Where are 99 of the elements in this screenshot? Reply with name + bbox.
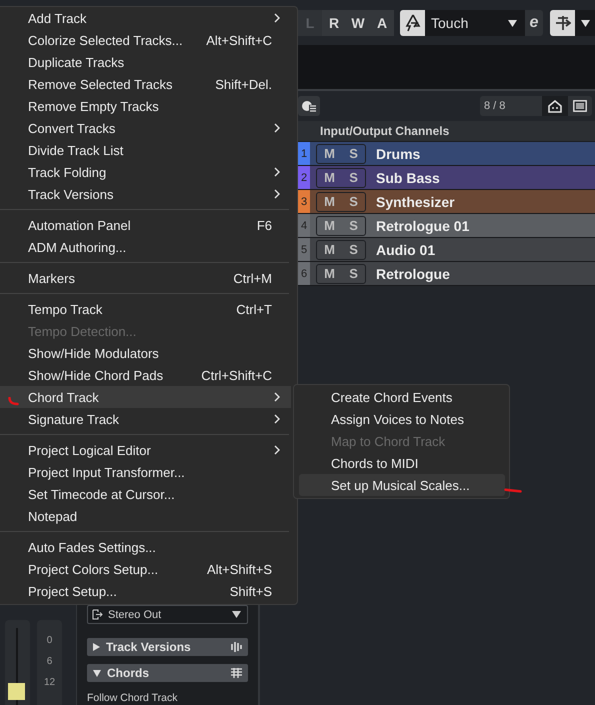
menu-item[interactable]: Create Chord Events [299,386,505,408]
view-button[interactable] [542,96,567,116]
channel-row[interactable]: 1 M S Drums [298,142,595,166]
chevron-right-icon [274,445,280,455]
menu-item[interactable]: ADM Authoring... [0,236,291,258]
tool-button[interactable] [550,10,575,36]
chevron-right-icon [274,189,280,199]
channel-list-header: Input/Output Channels [298,121,595,142]
menu-item[interactable]: Project Colors Setup... Alt+Shift+S [0,558,291,580]
menu-item[interactable]: Colorize Selected Tracks... Alt+Shift+C [0,29,291,51]
channel-number: 4 [298,214,310,237]
chevron-right-icon [274,414,280,424]
mute-button[interactable]: M [322,266,337,281]
menu-item[interactable]: Markers Ctrl+M [0,267,291,289]
section-header[interactable]: Chords [87,664,248,682]
channel-filter-button[interactable] [298,96,320,116]
automation-icon [404,14,420,32]
fader[interactable] [5,620,30,705]
menu-item[interactable]: Project Logical Editor [0,439,291,461]
chord-grid-icon [231,668,242,678]
list-icon [573,100,587,112]
channel-name: Sub Bass [376,170,440,186]
mute-button[interactable]: M [322,170,337,185]
solo-button[interactable]: S [347,170,360,185]
menu-item[interactable]: Chord Track [0,386,291,408]
tool-dropdown[interactable] [575,10,595,36]
chevron-right-icon [274,123,280,133]
caret-icon [232,611,241,618]
caret-icon [580,20,590,26]
collapsed-icon [93,643,100,651]
menu-item[interactable]: Divide Track List [0,139,291,161]
menu-item[interactable]: Track Folding [0,161,291,183]
automation-button[interactable]: W [346,10,370,36]
channel-number: 3 [298,190,310,213]
solo-button[interactable]: S [347,146,360,161]
channel-name: Audio 01 [376,242,436,258]
annotation-mark [504,488,522,494]
menu-item[interactable]: Notepad [0,505,291,527]
channel-row[interactable]: 2 M S Sub Bass [298,166,595,190]
menu-item[interactable]: Project Input Transformer... [0,461,291,483]
mute-button[interactable]: M [322,146,337,161]
channel-row[interactable]: 6 M S Retrologue [298,262,595,286]
pin-icon [554,15,570,31]
channel-counter: 8 / 8 [480,96,542,116]
channel-number: 2 [298,166,310,189]
menu-item[interactable]: Automation Panel F6 [0,214,291,236]
scale-label: 6 [46,656,52,668]
automation-button[interactable]: A [370,10,394,36]
menu-item[interactable]: Convert Tracks [0,117,291,139]
channel-row[interactable]: 5 M S Audio 01 [298,238,595,262]
menu-item[interactable]: Remove Selected Tracks Shift+Del. [0,73,291,95]
scale-label: 12 [44,677,56,689]
menu-item[interactable]: Assign Voices to Notes [299,408,505,430]
menu-item[interactable]: Signature Track [0,408,291,430]
chevron-right-icon [274,13,280,23]
channel-name: Retrologue 01 [376,218,470,234]
menu-item[interactable]: Auto Fades Settings... [0,536,291,558]
automation-mode-button[interactable] [400,10,425,36]
menu-item[interactable]: Remove Empty Tracks [0,95,291,117]
cloud-list-icon [301,100,317,112]
edit-button[interactable]: e [525,10,543,36]
chevron-right-icon [274,392,280,402]
mute-button[interactable]: M [322,242,337,257]
menu-item[interactable]: Add Track [0,7,291,29]
solo-button[interactable]: S [347,266,360,281]
chevron-right-icon [274,167,280,177]
mute-button[interactable]: M [322,194,337,209]
menu-item[interactable]: Tempo Track Ctrl+T [0,298,291,320]
channel-name: Retrologue [376,266,450,282]
versions-icon [231,642,242,652]
automation-button[interactable]: R [322,10,346,36]
scale-label: 0 [46,635,52,647]
channel-row[interactable]: 3 M S Synthesizer [298,190,595,214]
caret-icon [508,20,517,26]
automation-mode-dropdown[interactable]: Touch [425,10,525,36]
menu-item[interactable]: Project Setup... Shift+S [0,580,291,602]
channel-number: 1 [298,142,310,165]
solo-button[interactable]: S [347,242,360,257]
follow-chord-option[interactable]: Follow Chord Track [87,692,248,704]
menu-item[interactable]: Chords to MIDI [299,452,505,474]
section-header[interactable]: Track Versions [87,638,248,656]
expanded-icon [93,670,101,676]
solo-button[interactable]: S [347,194,360,209]
channel-number: 6 [298,262,310,285]
annotation-mark [8,397,19,406]
channel-name: Synthesizer [376,194,455,210]
menu-item[interactable]: Set up Musical Scales... [299,474,505,496]
channel-name: Drums [376,146,420,162]
fader-handle[interactable] [8,683,25,700]
menu-item[interactable]: Set Timecode at Cursor... [0,483,291,505]
menu-item[interactable]: Track Versions [0,183,291,205]
output-dropdown[interactable]: Stereo Out [87,605,248,624]
house-icon [548,100,562,112]
menu-item[interactable]: Duplicate Tracks [0,51,291,73]
menu-item[interactable]: Show/Hide Chord Pads Ctrl+Shift+C [0,364,291,386]
channel-number: 5 [298,238,310,261]
menu-item[interactable]: Show/Hide Modulators [0,342,291,364]
list-view-button[interactable] [567,96,592,116]
output-icon [92,609,103,620]
